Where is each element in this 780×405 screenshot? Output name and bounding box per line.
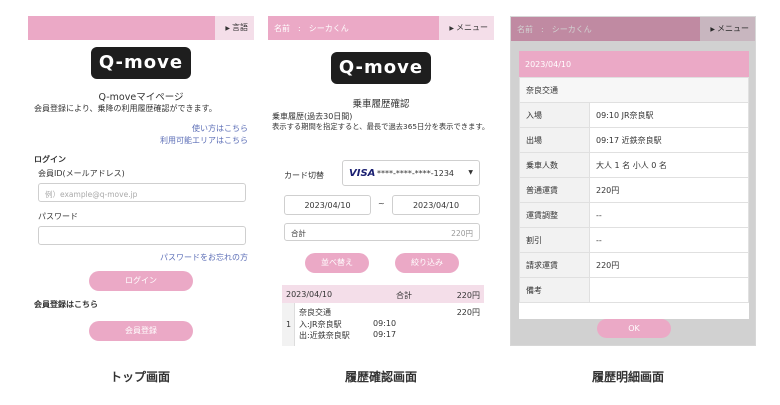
password-input[interactable]: [38, 226, 246, 245]
item-exit: 出:近鉄奈良駅: [299, 331, 350, 340]
card-switch-label: カード切替: [284, 171, 324, 180]
sort-button[interactable]: 並べ替え: [305, 253, 369, 273]
table-row: 割引 --: [519, 227, 749, 253]
filter-button[interactable]: 絞り込み: [395, 253, 459, 273]
table-row: 備考: [519, 277, 749, 303]
member-id-label: 会員ID(メールアドレス): [38, 169, 125, 178]
table-row: 普通運賃 220円: [519, 177, 749, 203]
history-screen: 名前 : シーカくん ▶ メニュー Q-move 乗車履歴確認 乗車履歴(過去30…: [268, 16, 494, 346]
detail-modal: 2023/04/10 奈良交通 入場 09:10 JR奈良駅 出場 09:17 近鉄…: [519, 51, 749, 319]
login-heading: ログイン: [34, 155, 66, 164]
detail-operator: 奈良交通: [519, 77, 749, 103]
history-period-text: 乗車履歴(過去30日間): [272, 112, 353, 121]
area-link[interactable]: 利用可能エリアはこちら: [160, 135, 248, 146]
item-entry: 入:JR奈良駅: [299, 320, 342, 329]
history-range-text: 表示する期間を指定すると、最長で過去365日分を表示できます。: [272, 122, 490, 131]
table-row: 運賃調整 --: [519, 202, 749, 228]
register-heading: 会員登録はこちら: [34, 300, 98, 309]
history-list-header: 2023/04/10 合計 220円: [282, 285, 484, 303]
date-range-separator: ~: [378, 199, 385, 208]
intro-text: 会員登録により、乗降の利用履歴確認ができます。: [34, 104, 217, 113]
qmove-logo: Q-move: [91, 47, 191, 79]
item-entry-time: 09:10: [373, 319, 397, 328]
top-screen: ▶ 言語 Q-move Q-moveマイページ 会員登録により、乗降の利用履歴確認…: [28, 16, 254, 346]
card-select[interactable]: VISA ****-****-****-1234 ▼: [342, 160, 480, 186]
register-button[interactable]: 会員登録: [89, 321, 193, 341]
table-row: 乗車人数 大人 1 名 小人 0 名: [519, 152, 749, 178]
page-title: 乗車履歴確認: [352, 99, 410, 110]
total-value: 220円: [451, 229, 473, 238]
chevron-down-icon: ▼: [468, 169, 473, 176]
total-label: 合計: [291, 229, 306, 238]
detail-table: 奈良交通 入場 09:10 JR奈良駅 出場 09:17 近鉄奈良駅 乗車人数 大人 …: [519, 77, 749, 303]
member-id-input[interactable]: 例）example@q-move.jp: [38, 183, 246, 202]
caret-right-icon: ▶: [225, 25, 230, 32]
history-screen-caption: 履歴確認画面: [345, 370, 418, 384]
forgot-password-link[interactable]: パスワードをお忘れの方: [160, 252, 248, 263]
page-title: Q-moveマイページ: [98, 92, 184, 103]
detail-screen-caption: 履歴明細画面: [592, 370, 665, 384]
menu-button[interactable]: ▶ メニュー: [439, 16, 494, 40]
item-exit-time: 09:17: [373, 330, 397, 339]
card-number: ****-****-****-1234: [377, 169, 455, 178]
login-button[interactable]: ログイン: [89, 271, 193, 291]
item-number: 1: [286, 320, 292, 329]
date-from-input[interactable]: 2023/04/10: [284, 195, 371, 215]
history-list-item[interactable]: 1 奈良交通 220円 入:JR奈良駅 09:10 出:近鉄奈良駅 09:17: [282, 303, 484, 346]
detail-date: 2023/04/10: [519, 51, 749, 77]
table-row: 入場 09:10 JR奈良駅: [519, 102, 749, 128]
language-button[interactable]: ▶ 言語: [215, 16, 254, 40]
password-label: パスワード: [38, 212, 78, 221]
table-row: 請求運賃 220円: [519, 252, 749, 278]
ok-button[interactable]: OK: [597, 319, 671, 338]
date-to-input[interactable]: 2023/04/10: [392, 195, 480, 215]
table-row: 出場 09:17 近鉄奈良駅: [519, 127, 749, 153]
user-name: 名前 : シーカくん: [274, 24, 349, 33]
qmove-logo: Q-move: [331, 52, 431, 84]
item-operator: 奈良交通: [299, 308, 331, 317]
top-screen-caption: トップ画面: [110, 370, 171, 384]
detail-screen: 名前 : シーカくん ▶ メニュー 2023/04/10 奈良交通 入場 09:10…: [510, 16, 756, 346]
visa-icon: VISA: [349, 168, 376, 179]
usage-link[interactable]: 使い方はこちら: [192, 123, 248, 134]
item-fare: 220円: [456, 308, 480, 317]
caret-right-icon: ▶: [449, 25, 454, 32]
total-field: 合計 220円: [284, 223, 480, 241]
